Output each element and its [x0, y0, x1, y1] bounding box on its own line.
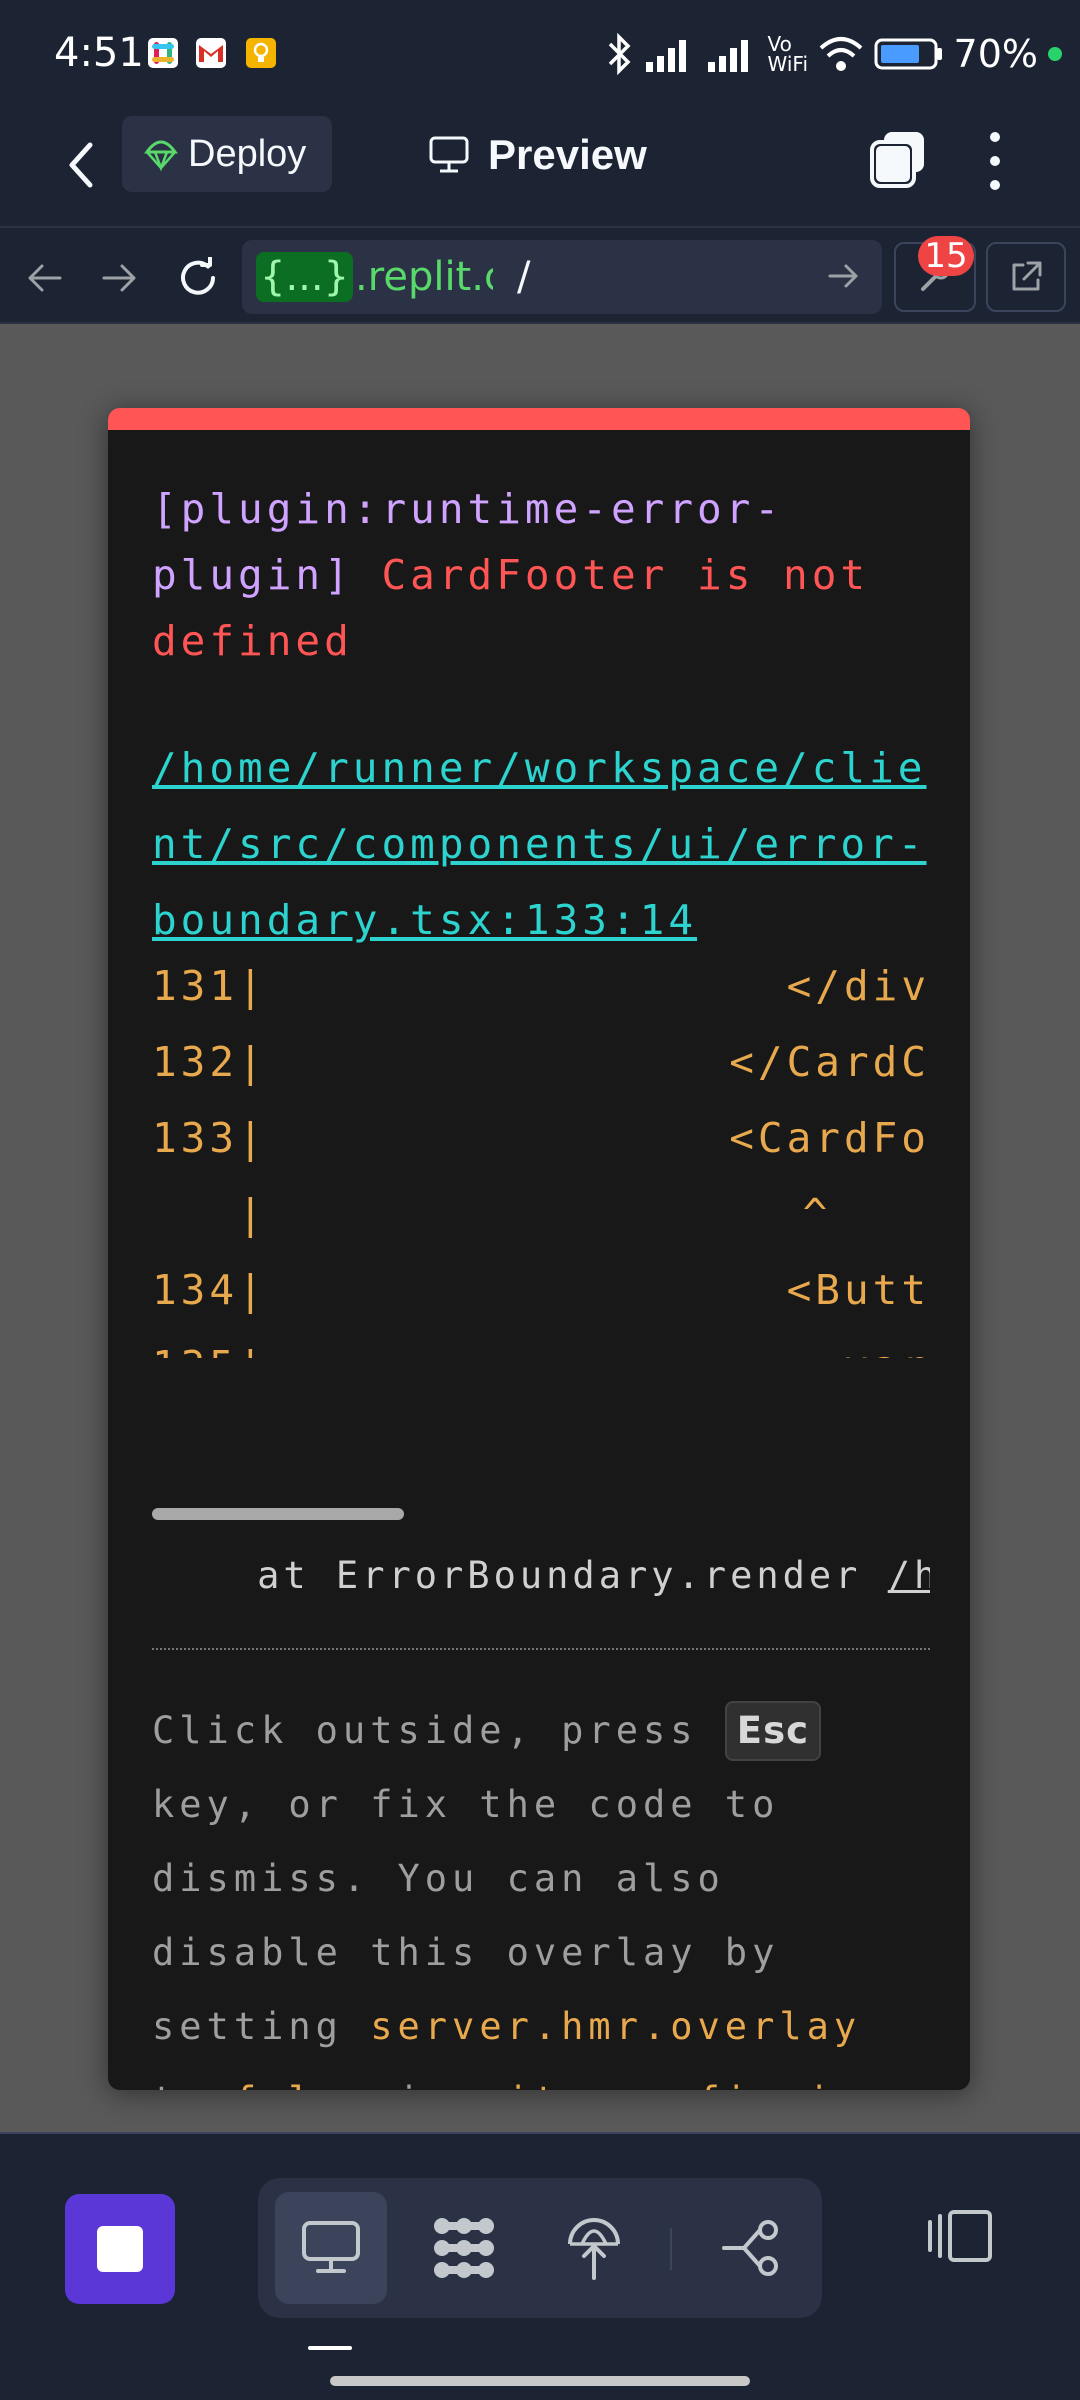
- kebab-dot: [990, 132, 1000, 142]
- code-line-text: </CardC: [729, 1038, 930, 1086]
- grid-dots-icon: [434, 2218, 494, 2278]
- panels-toggle-button[interactable]: [922, 2198, 998, 2274]
- code-line-text: var: [272, 1342, 930, 1358]
- code-line: 135|var: [152, 1342, 930, 1358]
- deploy-label: Deploy: [188, 132, 307, 175]
- code-line-text: <CardFo: [729, 1114, 930, 1162]
- browser-forward-button[interactable]: [92, 250, 148, 306]
- code-line-text: <Butt: [786, 1266, 930, 1314]
- tip-code: server.hmr.overlay: [370, 2005, 862, 2048]
- signal-icon: [645, 40, 686, 72]
- app-header: Deploy Preview: [0, 108, 1080, 226]
- deploy-parachute-icon: [144, 140, 178, 172]
- go-arrow-icon[interactable]: [826, 258, 862, 294]
- tool-deployments[interactable]: [538, 2192, 650, 2304]
- external-link-icon: [1012, 261, 1042, 291]
- tool-preview[interactable]: [275, 2192, 387, 2304]
- reload-icon: [181, 257, 215, 295]
- more-options-button[interactable]: [975, 126, 1015, 196]
- git-branch-icon: [722, 2220, 778, 2276]
- stop-icon: [97, 2226, 143, 2272]
- code-line-number: 134|: [152, 1266, 267, 1314]
- esc-key-hint: Esc: [724, 1701, 822, 1761]
- browser-back-button[interactable]: [16, 250, 72, 306]
- tip-text: .: [861, 2079, 888, 2090]
- battery-percent: 70%: [953, 32, 1038, 76]
- code-caret: ^: [802, 1190, 860, 1238]
- signal-icon-2: [707, 40, 748, 72]
- bluetooth-icon: [608, 32, 631, 76]
- tool-separator: [670, 2228, 672, 2270]
- url-dev-badge: {...}: [256, 252, 354, 302]
- wifi-icon: [819, 37, 862, 71]
- code-frame[interactable]: 131| </div 132| </CardC 133| <CardFo | ^ 134…: [152, 962, 930, 1358]
- error-message: [plugin:runtime-error-plugin] CardFooter…: [152, 476, 932, 674]
- back-button[interactable]: [50, 130, 110, 200]
- preview-webview[interactable]: [plugin:runtime-error-plugin] CardFooter…: [0, 324, 1080, 2132]
- code-line: 132| </CardC: [152, 1038, 930, 1114]
- monitor-icon: [302, 2221, 360, 2273]
- battery-icon: [874, 38, 942, 70]
- arrow-left-icon: [28, 264, 62, 292]
- tip-code: false: [234, 2079, 370, 2090]
- gmail-notification-icon: [196, 38, 226, 68]
- webview-url-bar: {...} .replit.c / 15: [0, 226, 1080, 324]
- code-line-number: 135|: [152, 1342, 272, 1358]
- deploy-globe-icon: [568, 2218, 620, 2280]
- preview-label: Preview: [488, 131, 647, 178]
- code-line: 133| <CardFo: [152, 1114, 930, 1190]
- stacked-tabs-icon: [870, 132, 924, 188]
- error-stack: at ErrorBoundary.render /ho: [152, 1554, 930, 1597]
- error-file-link[interactable]: /home/runner/workspace/client/src/compon…: [152, 730, 932, 958]
- stack-frame-link[interactable]: /ho: [888, 1554, 930, 1597]
- code-line-number: 133|: [152, 1114, 267, 1162]
- reload-button[interactable]: [170, 250, 226, 306]
- url-field[interactable]: {...} .replit.c /: [242, 240, 882, 314]
- bulb-notification-icon: [246, 38, 276, 68]
- privacy-indicator-dot: [1048, 47, 1062, 61]
- status-bar: 4:51 Vo WiFi 70%: [0, 0, 1080, 108]
- code-line: 134| <Butt: [152, 1266, 930, 1342]
- bottom-toolbar: [0, 2132, 1080, 2400]
- vite-error-overlay[interactable]: [plugin:runtime-error-plugin] CardFooter…: [108, 408, 970, 2090]
- url-path: /: [517, 254, 531, 300]
- tip-text: in: [370, 2079, 479, 2090]
- tip-text: Click outside, press: [152, 1709, 725, 1752]
- tool-workspace[interactable]: [408, 2192, 520, 2304]
- code-line-number: 132|: [152, 1038, 267, 1086]
- tabs-switcher-button[interactable]: [866, 128, 930, 192]
- tip-code: vite.config.js: [479, 2079, 861, 2090]
- kebab-dot: [990, 156, 1000, 166]
- side-panel-icon: [928, 2210, 992, 2262]
- chevron-left-icon: [69, 142, 93, 188]
- tip-text: to: [152, 2079, 234, 2090]
- stack-frame-text: at ErrorBoundary.render: [152, 1554, 888, 1597]
- code-line: 131| </div: [152, 962, 930, 1038]
- preview-tab-title: Preview: [428, 122, 647, 188]
- slack-notification-icon: [148, 38, 178, 68]
- kebab-dot: [990, 180, 1000, 190]
- code-line-text: </div: [786, 962, 930, 1010]
- code-line-number: |: [152, 1190, 267, 1238]
- status-indicators: Vo WiFi 70%: [604, 28, 1062, 80]
- tool-git[interactable]: [696, 2192, 808, 2304]
- overlay-divider: [152, 1648, 930, 1650]
- deploy-button[interactable]: Deploy: [122, 116, 332, 192]
- monitor-icon: [429, 136, 469, 173]
- tool-switcher: [258, 2178, 822, 2318]
- active-tool-indicator: [308, 2346, 352, 2350]
- code-line-number: 131|: [152, 962, 267, 1010]
- stop-button[interactable]: [65, 2194, 175, 2304]
- arrow-right-icon: [102, 264, 136, 292]
- vowifi-label: Vo WiFi: [767, 32, 809, 76]
- code-frame-scrollbar[interactable]: [152, 1508, 404, 1520]
- url-host: .replit.c: [355, 254, 494, 300]
- status-time: 4:51: [54, 30, 144, 76]
- code-caret-line: | ^: [152, 1190, 930, 1266]
- overlay-tip: Click outside, press Esc key, or fix the…: [152, 1694, 942, 2090]
- open-in-new-tab-button[interactable]: [986, 242, 1066, 312]
- devtools-error-count-badge: 15: [918, 236, 974, 276]
- home-gesture-handle[interactable]: [330, 2376, 750, 2386]
